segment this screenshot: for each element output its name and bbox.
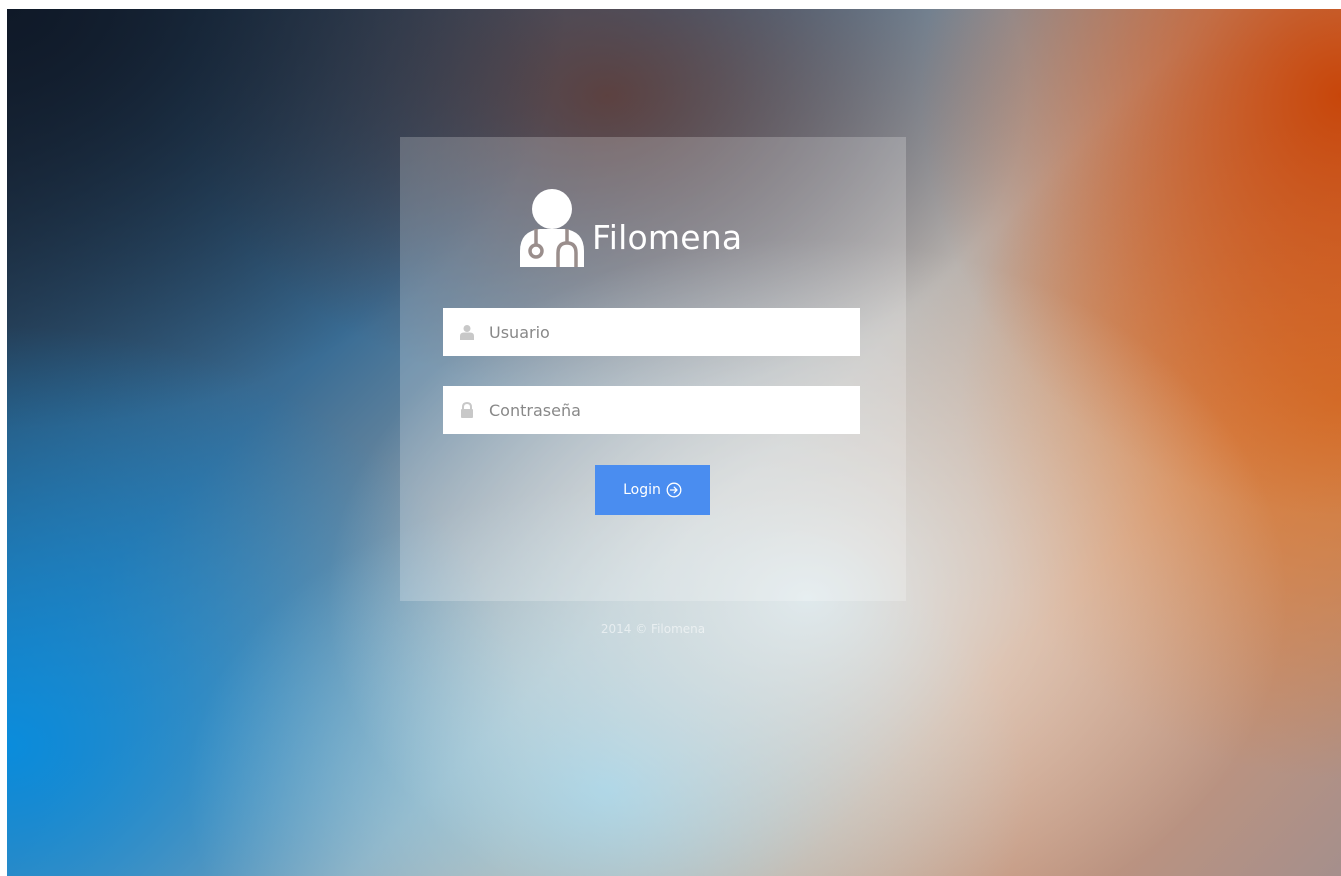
lock-icon [461,402,473,418]
doctor-stethoscope-icon [520,189,584,267]
login-button-label: Login [623,482,661,498]
brand-name: Filomena [592,217,743,257]
user-icon [460,325,474,340]
password-field[interactable] [443,386,860,434]
background: Filomena Login 2014 © Filomena [7,9,1341,876]
username-field[interactable] [443,308,860,356]
brand: Filomena [518,187,742,267]
login-button[interactable]: Login [595,465,710,515]
arrow-circle-right-icon [666,482,682,498]
password-input[interactable] [489,400,849,420]
username-input[interactable] [489,322,849,342]
login-card: Filomena Login [400,137,906,601]
footer-copyright: 2014 © Filomena [600,622,706,636]
